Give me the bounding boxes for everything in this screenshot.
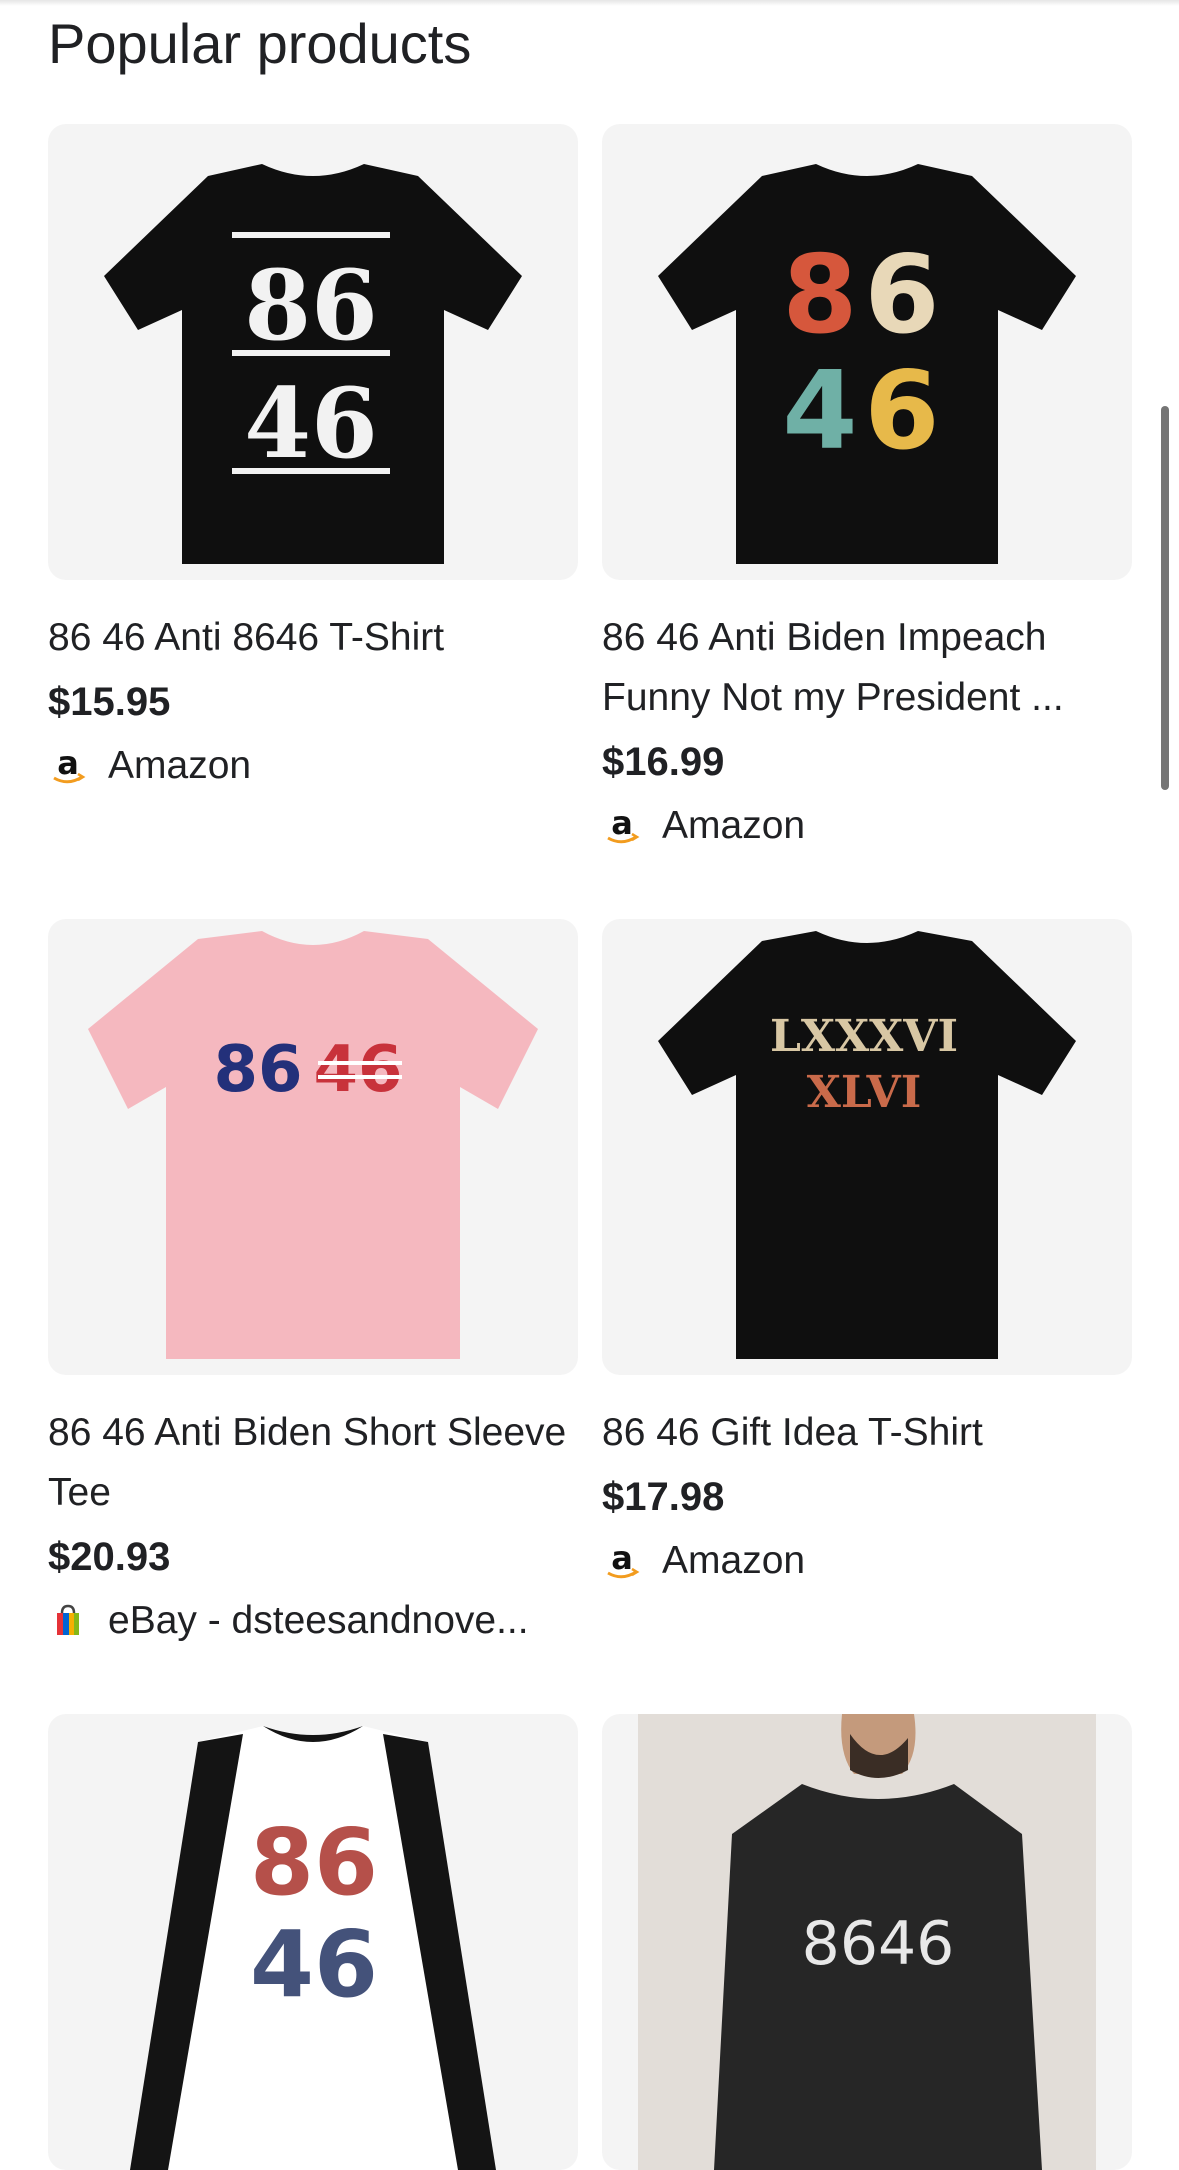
seller-row: a Amazon <box>602 796 1132 856</box>
product-image[interactable]: LXXXVI XLVI <box>602 919 1132 1375</box>
product-card[interactable]: LXXXVI XLVI 86 46 Gift Idea T-Shirt $17.… <box>602 919 1132 1591</box>
product-title[interactable]: 86 46 Gift Idea T-Shirt <box>602 1403 1132 1463</box>
amazon-icon: a <box>48 746 88 786</box>
product-title[interactable]: 86 46 Anti 8646 T-Shirt <box>48 608 578 668</box>
shirt-print-line: LXXXVI <box>770 1011 958 1062</box>
product-price: $16.99 <box>602 740 725 784</box>
seller-name: Amazon <box>662 804 806 847</box>
svg-text:8: 8 <box>782 233 857 358</box>
section-title: Popular products <box>48 12 472 75</box>
amazon-icon: a <box>602 1541 642 1581</box>
seller-name: eBay - dsteesandnove... <box>108 1599 529 1642</box>
product-image[interactable]: 86 46 <box>48 124 578 580</box>
svg-text:6: 6 <box>864 349 939 474</box>
amazon-icon: a <box>602 806 642 846</box>
top-shadow <box>0 0 1179 6</box>
product-title[interactable]: 86 46 Anti Biden Short Sleeve Tee <box>48 1403 578 1523</box>
scrollbar-thumb[interactable] <box>1161 406 1169 790</box>
product-price: $20.93 <box>48 1535 171 1579</box>
product-image[interactable]: 8646 <box>602 1714 1132 2170</box>
svg-text:46: 46 <box>313 1033 402 1107</box>
svg-text:a: a <box>611 1541 633 1577</box>
product-card[interactable]: 86 46 <box>48 1714 578 2170</box>
shirt-print-line: 46 <box>244 367 378 480</box>
svg-text:4: 4 <box>782 349 857 474</box>
seller-name: Amazon <box>662 1539 806 1582</box>
product-image[interactable]: 86 46 <box>48 1714 578 2170</box>
product-image[interactable]: 86 46 <box>48 919 578 1375</box>
product-price: $15.95 <box>48 680 171 724</box>
product-price: $17.98 <box>602 1475 725 1519</box>
shirt-print-line: 86 <box>244 249 378 362</box>
seller-row: eBay - dsteesandnove... <box>48 1591 578 1651</box>
svg-text:6: 6 <box>864 233 939 358</box>
product-card[interactable]: 8646 <box>602 1714 1132 2170</box>
shirt-print-line: 46 <box>250 1911 378 2018</box>
svg-text:a: a <box>611 806 633 842</box>
shirt-print-line: 8646 <box>802 1909 955 1979</box>
ebay-bag-icon <box>48 1601 88 1641</box>
svg-text:a: a <box>57 746 79 782</box>
product-card[interactable]: 86 46 86 46 Anti Biden Short Sleeve Tee … <box>48 919 578 1651</box>
product-card[interactable]: 86 46 86 46 Anti 8646 T-Shirt $15.95 a A… <box>48 124 578 796</box>
seller-row: a Amazon <box>48 736 578 796</box>
seller-name: Amazon <box>108 744 252 787</box>
seller-row: a Amazon <box>602 1531 1132 1591</box>
svg-text:86: 86 <box>213 1033 302 1107</box>
product-card[interactable]: 8 6 4 6 86 46 Anti Biden Impeach Funny N… <box>602 124 1132 856</box>
product-image[interactable]: 8 6 4 6 <box>602 124 1132 580</box>
product-title[interactable]: 86 46 Anti Biden Impeach Funny Not my Pr… <box>602 608 1132 728</box>
shirt-print-line: XLVI <box>807 1067 922 1118</box>
shirt-print-line: 86 <box>250 1809 378 1916</box>
